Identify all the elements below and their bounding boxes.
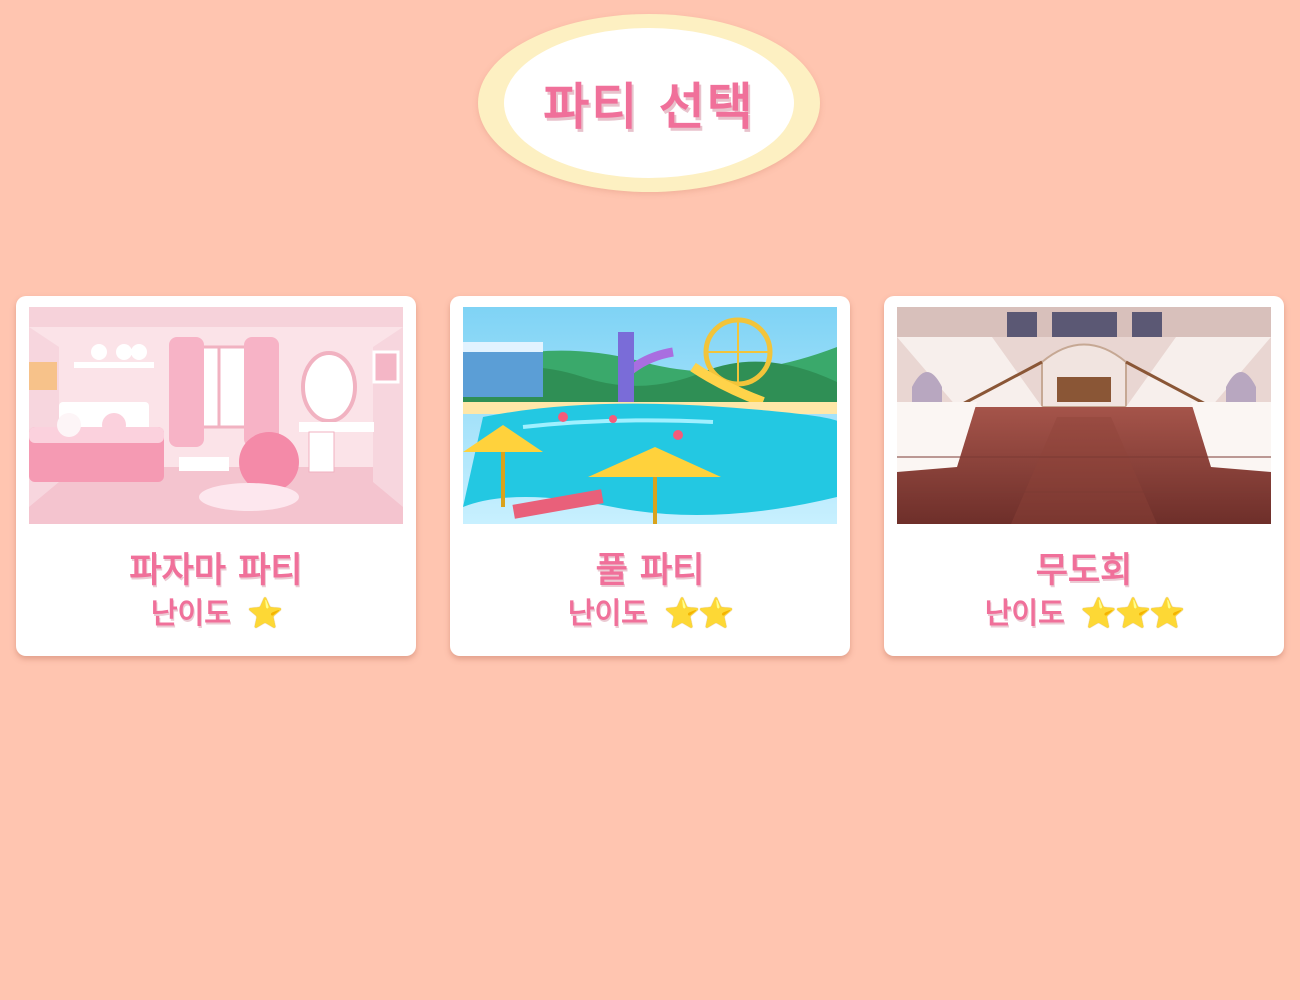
page-title: 파티 선택: [543, 78, 755, 136]
difficulty-label: 난이도: [567, 596, 648, 630]
difficulty-stars: ⭐: [247, 596, 283, 630]
party-name: 파자마 파티: [129, 551, 303, 591]
party-card-ball[interactable]: 무도회 난이도 ⭐⭐⭐: [884, 296, 1284, 656]
ball-party-image: [897, 307, 1271, 524]
party-name: 무도회: [1035, 551, 1133, 591]
difficulty-row: 난이도 ⭐: [16, 590, 416, 632]
difficulty-row: 난이도 ⭐⭐⭐: [884, 590, 1284, 632]
difficulty-label: 난이도: [150, 596, 231, 630]
title-inner: 파티 선택: [504, 28, 794, 178]
difficulty-stars: ⭐⭐: [663, 596, 734, 630]
pool-party-image: [463, 307, 837, 524]
title-badge: 파티 선택: [478, 14, 820, 192]
party-card-pool[interactable]: 풀 파티 난이도 ⭐⭐: [450, 296, 850, 656]
party-card-pajama[interactable]: 파자마 파티 난이도 ⭐: [16, 296, 416, 656]
pajama-party-image: [29, 307, 403, 524]
difficulty-stars: ⭐⭐⭐: [1080, 596, 1185, 630]
party-name: 풀 파티: [595, 551, 705, 591]
difficulty-label: 난이도: [984, 596, 1065, 630]
difficulty-row: 난이도 ⭐⭐: [450, 590, 850, 632]
